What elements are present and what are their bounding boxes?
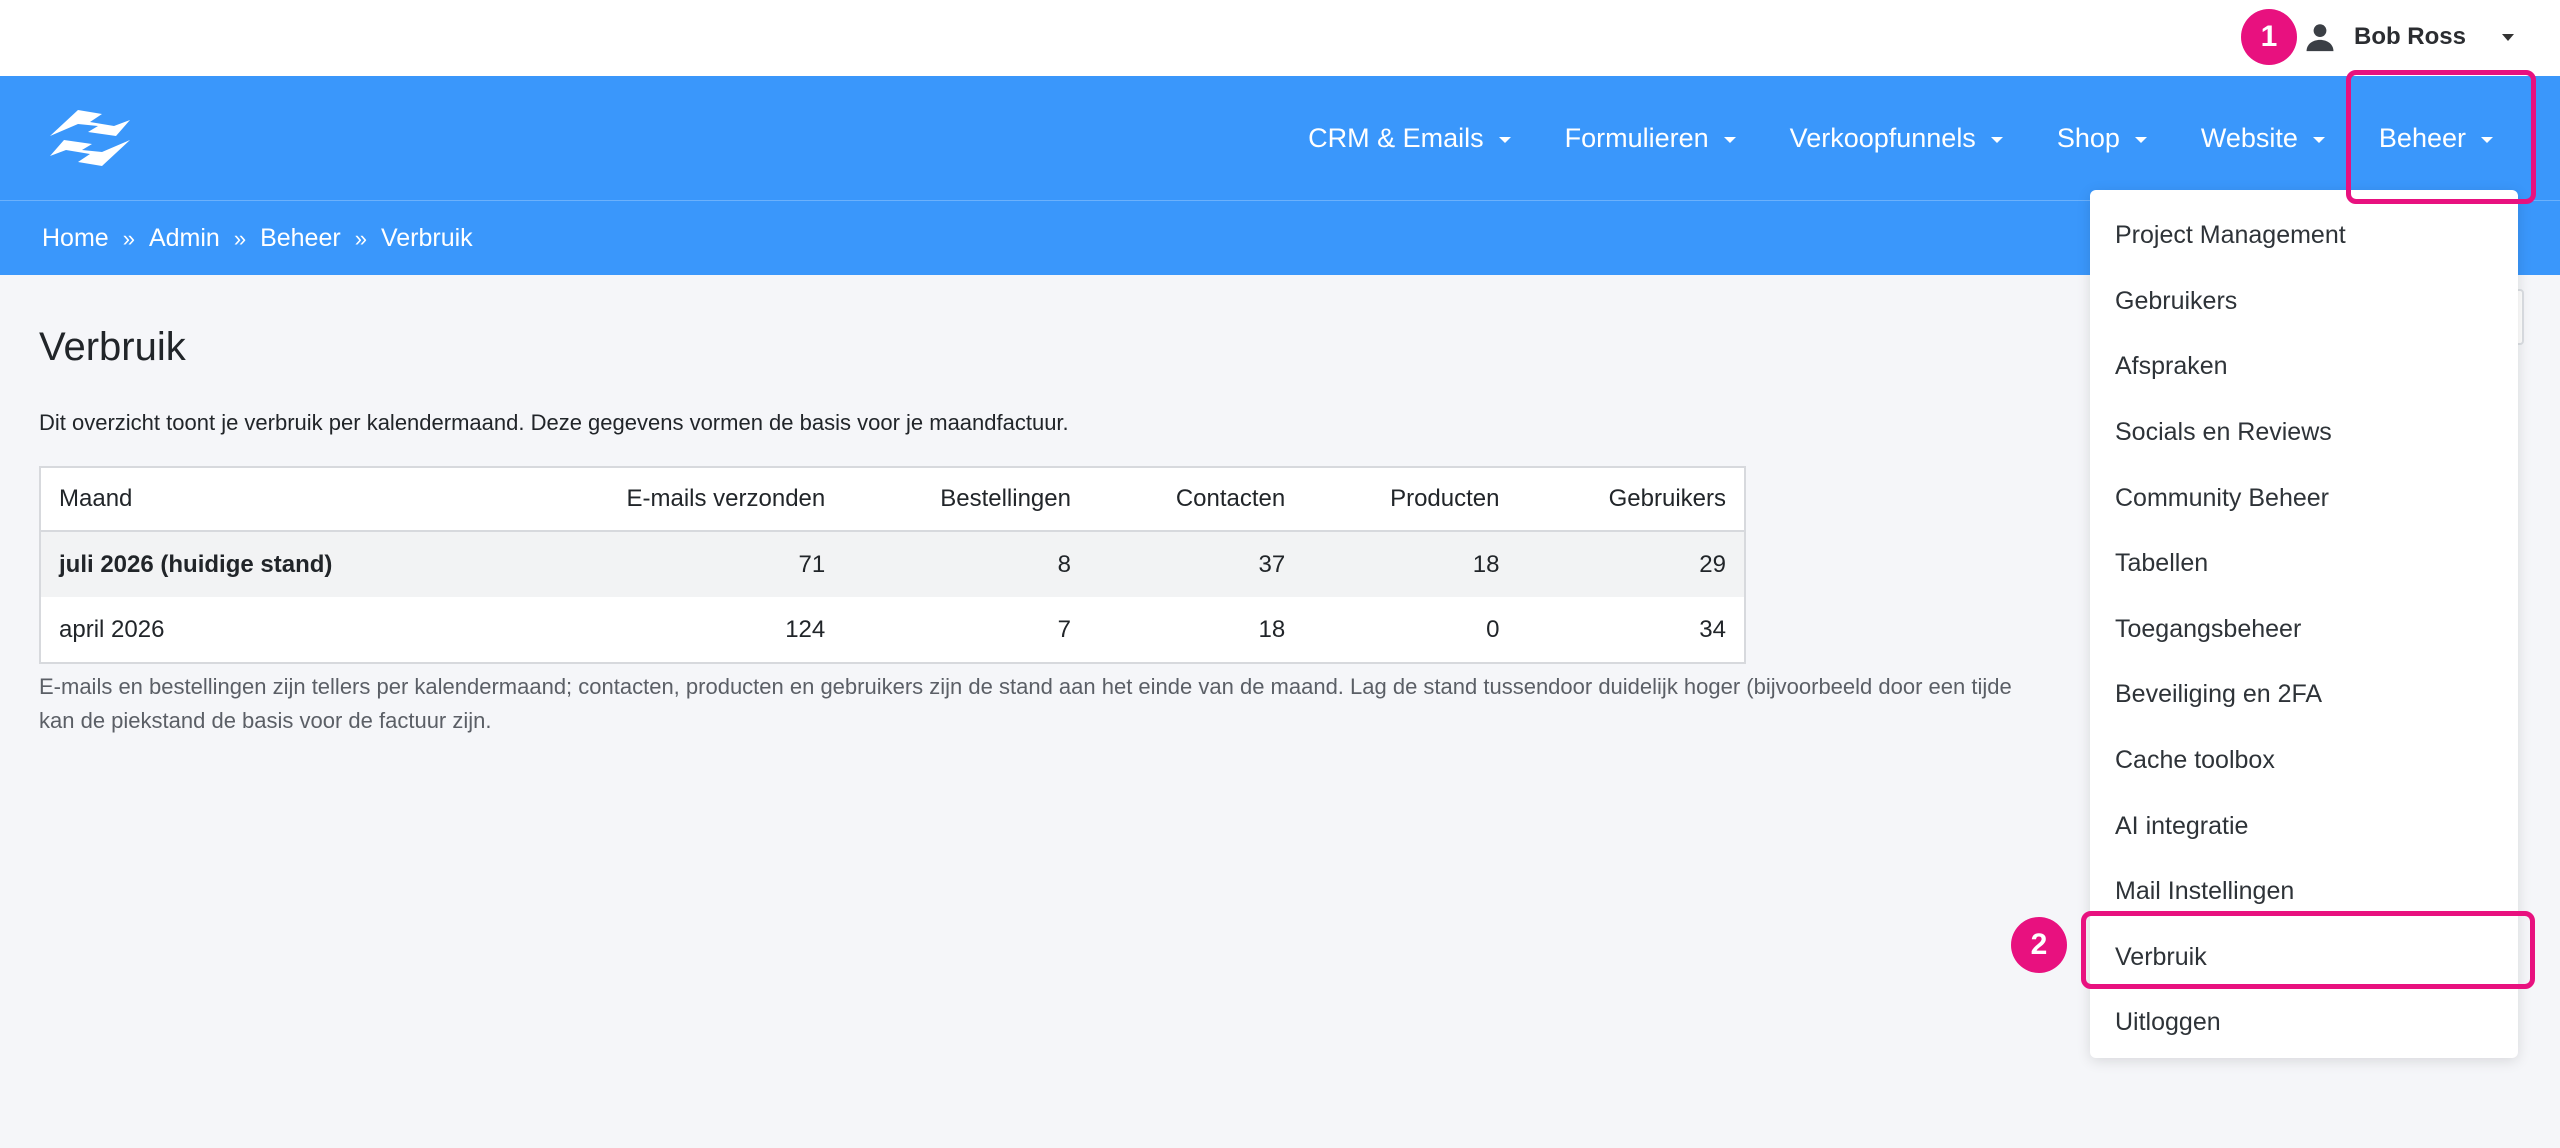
table-cell: juli 2026 (huidige stand)	[40, 531, 498, 597]
table-cell: 18	[1258, 615, 1286, 643]
chevron-down-icon	[2134, 136, 2147, 143]
table-cell: april 2026	[59, 615, 165, 643]
breadcrumb-separator: »	[354, 225, 367, 251]
table-cell: 71	[497, 531, 844, 597]
table-cell: 8	[843, 531, 1089, 597]
step-badge-2: 2	[2011, 917, 2067, 973]
column-header: E-mails verzonden	[497, 467, 844, 532]
menu-item-afspraken[interactable]: Afspraken	[2090, 334, 2518, 400]
highlight-verbruik	[2081, 911, 2535, 989]
chevron-down-icon	[1498, 136, 1511, 143]
user-menu[interactable]: Bob Ross	[2300, 14, 2514, 60]
breadcrumb-separator: »	[122, 225, 135, 251]
chevron-down-icon	[1990, 136, 2003, 143]
menu-item-socials-reviews[interactable]: Socials en Reviews	[2090, 400, 2518, 466]
main-content: Verbruik Dit overzicht toont je verbruik…	[39, 275, 2139, 738]
nav-verkoopfunnels[interactable]: Verkoopfunnels	[1763, 76, 2030, 200]
table-cell: 18	[1303, 531, 1518, 597]
table-row: juli 2026 (huidige stand) 71 8 37 18 29	[40, 531, 1745, 597]
logo-icon[interactable]	[44, 106, 136, 170]
menu-item-uitloggen[interactable]: Uitloggen	[2090, 990, 2518, 1056]
table-cell: 124	[785, 615, 826, 643]
breadcrumb-admin[interactable]: Admin	[149, 224, 220, 253]
nav-crm-emails[interactable]: CRM & Emails	[1281, 76, 1538, 200]
chevron-down-icon	[2502, 33, 2514, 41]
menu-item-toegangsbeheer[interactable]: Toegangsbeheer	[2090, 597, 2518, 663]
breadcrumb-beheer[interactable]: Beheer	[260, 224, 341, 253]
page-title: Verbruik	[39, 325, 186, 369]
chevron-down-icon	[1723, 136, 1736, 143]
table-row: april 2026 124 7 18 0 34	[40, 597, 1745, 663]
column-header: Bestellingen	[843, 467, 1089, 532]
main-navbar: CRM & Emails Formulieren Verkoopfunnels …	[0, 76, 2560, 200]
usage-table: Maand E-mails verzonden Bestellingen Con…	[39, 466, 1746, 664]
column-header: Maand	[40, 467, 498, 532]
footnote-line: E-mails en bestellingen zijn tellers per…	[39, 674, 2012, 699]
menu-item-tabellen[interactable]: Tabellen	[2090, 531, 2518, 597]
breadcrumb: Home » Admin » Beheer » Verbruik	[42, 201, 473, 276]
column-header: Contacten	[1088, 467, 1304, 532]
user-name: Bob Ross	[2353, 23, 2466, 50]
nav-menu: CRM & Emails Formulieren Verkoopfunnels …	[1281, 76, 2520, 200]
nav-label: Verkoopfunnels	[1789, 122, 1976, 153]
menu-item-project-management[interactable]: Project Management	[2090, 203, 2518, 269]
usage-footnote: E-mails en bestellingen zijn tellers per…	[39, 670, 2139, 738]
nav-label: Website	[2200, 122, 2298, 153]
chevron-down-icon	[2312, 136, 2325, 143]
user-icon	[2300, 17, 2340, 57]
nav-formulieren[interactable]: Formulieren	[1538, 76, 1763, 200]
nav-label: Formulieren	[1564, 122, 1709, 153]
nav-label: Shop	[2056, 122, 2120, 153]
page-intro: Dit overzicht toont je verbruik per kale…	[39, 410, 1069, 435]
table-cell: 0	[1486, 615, 1500, 643]
table-cell: 37	[1088, 531, 1304, 597]
menu-item-beveiliging-2fa[interactable]: Beveiliging en 2FA	[2090, 662, 2518, 728]
top-bar: Bob Ross	[0, 0, 2560, 76]
menu-item-gebruikers[interactable]: Gebruikers	[2090, 269, 2518, 335]
highlight-beheer	[2346, 70, 2536, 204]
nav-label: CRM & Emails	[1308, 122, 1484, 153]
nav-website[interactable]: Website	[2174, 76, 2352, 200]
table-header-row: Maand E-mails verzonden Bestellingen Con…	[40, 467, 1745, 532]
menu-item-cache-toolbox[interactable]: Cache toolbox	[2090, 728, 2518, 794]
breadcrumb-separator: »	[233, 225, 247, 251]
table-cell: 29	[1517, 531, 1745, 597]
breadcrumb-home[interactable]: Home	[42, 224, 109, 253]
footnote-line: kan de piekstand de basis voor de factuu…	[39, 708, 492, 733]
table-cell: 34	[1699, 615, 1726, 643]
nav-shop[interactable]: Shop	[2030, 76, 2174, 200]
column-header: Gebruikers	[1517, 467, 1745, 532]
menu-item-community-beheer[interactable]: Community Beheer	[2090, 465, 2518, 531]
table-cell: 7	[1057, 615, 1071, 643]
column-header: Producten	[1303, 467, 1518, 532]
breadcrumb-verbruik[interactable]: Verbruik	[381, 224, 473, 253]
menu-item-ai-integratie[interactable]: AI integratie	[2090, 793, 2518, 859]
step-badge-1: 1	[2241, 9, 2297, 65]
